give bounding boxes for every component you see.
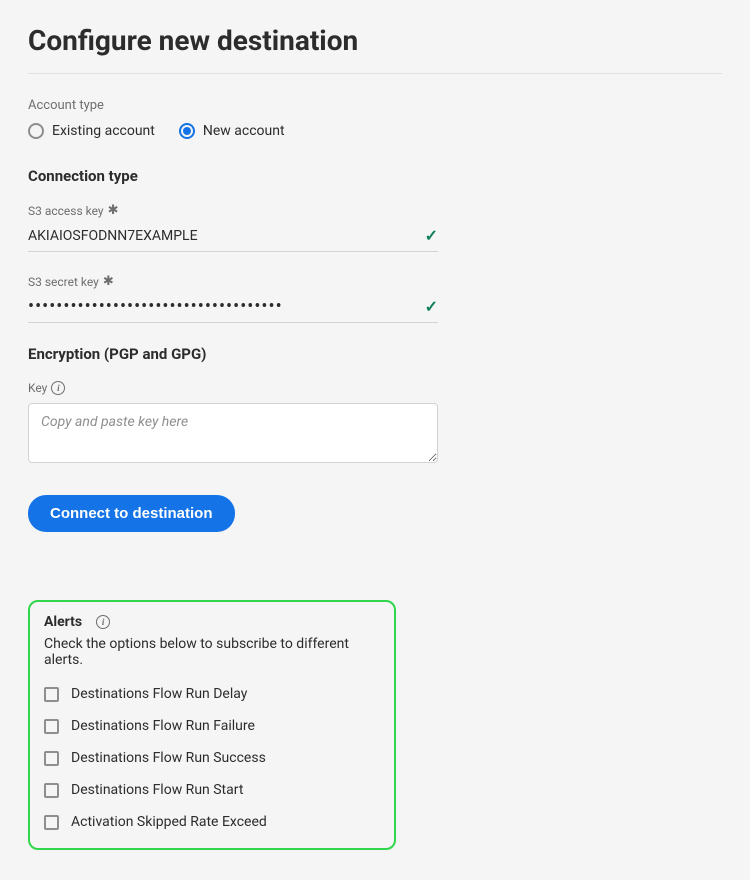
encryption-key-input[interactable] [28, 403, 438, 463]
alert-option-activation-skipped-rate[interactable]: Activation Skipped Rate Exceed [44, 814, 380, 830]
connect-to-destination-button[interactable]: Connect to destination [28, 495, 235, 532]
radio-icon [28, 123, 44, 139]
page-title: Configure new destination [28, 24, 722, 57]
label-text: S3 access key [28, 204, 104, 218]
checkbox-icon [44, 751, 59, 766]
alerts-header: Alerts i [44, 614, 380, 630]
s3-secret-key-field: S3 secret key ✱ ••••••••••••••••••••••••… [28, 274, 438, 323]
radio-existing-account[interactable]: Existing account [28, 123, 155, 139]
alert-option-flow-run-delay[interactable]: Destinations Flow Run Delay [44, 686, 380, 702]
alert-label: Activation Skipped Rate Exceed [71, 814, 267, 830]
alert-option-flow-run-start[interactable]: Destinations Flow Run Start [44, 782, 380, 798]
alert-option-flow-run-failure[interactable]: Destinations Flow Run Failure [44, 718, 380, 734]
alert-label: Destinations Flow Run Failure [71, 718, 255, 734]
checkbox-icon [44, 783, 59, 798]
radio-icon [179, 123, 195, 139]
field-value: •••••••••••••••••••••••••••••••••••• [28, 300, 425, 314]
info-icon[interactable]: i [51, 381, 65, 395]
radio-label: Existing account [52, 123, 155, 139]
key-textarea-wrapper [28, 403, 438, 467]
alerts-panel: Alerts i Check the options below to subs… [28, 600, 396, 850]
alerts-description: Check the options below to subscribe to … [44, 636, 380, 668]
alert-label: Destinations Flow Run Delay [71, 686, 247, 702]
alert-label: Destinations Flow Run Success [71, 750, 266, 766]
title-divider [28, 73, 722, 74]
key-field-label: Key i [28, 381, 722, 395]
s3-access-key-input[interactable]: AKIAIOSFODNN7EXAMPLE ✓ [28, 226, 438, 252]
checkbox-icon [44, 687, 59, 702]
connection-type-heading: Connection type [28, 167, 722, 185]
info-icon[interactable]: i [96, 615, 110, 629]
radio-new-account[interactable]: New account [179, 123, 285, 139]
alert-option-flow-run-success[interactable]: Destinations Flow Run Success [44, 750, 380, 766]
checkbox-icon [44, 815, 59, 830]
s3-access-key-field: S3 access key ✱ AKIAIOSFODNN7EXAMPLE ✓ [28, 203, 438, 252]
alerts-title: Alerts [44, 614, 82, 630]
required-asterisk-icon: ✱ [103, 274, 114, 289]
account-type-label: Account type [28, 98, 722, 113]
label-text: Key [28, 381, 47, 395]
checkmark-icon: ✓ [425, 297, 438, 316]
checkmark-icon: ✓ [425, 226, 438, 245]
field-label: S3 access key ✱ [28, 203, 438, 218]
alert-label: Destinations Flow Run Start [71, 782, 243, 798]
account-type-radio-group: Existing account New account [28, 123, 722, 139]
checkbox-icon [44, 719, 59, 734]
required-asterisk-icon: ✱ [108, 203, 119, 218]
field-value: AKIAIOSFODNN7EXAMPLE [28, 228, 425, 244]
label-text: S3 secret key [28, 275, 99, 289]
radio-label: New account [203, 123, 285, 139]
encryption-heading: Encryption (PGP and GPG) [28, 345, 722, 363]
field-label: S3 secret key ✱ [28, 274, 438, 289]
s3-secret-key-input[interactable]: •••••••••••••••••••••••••••••••••••• ✓ [28, 297, 438, 323]
